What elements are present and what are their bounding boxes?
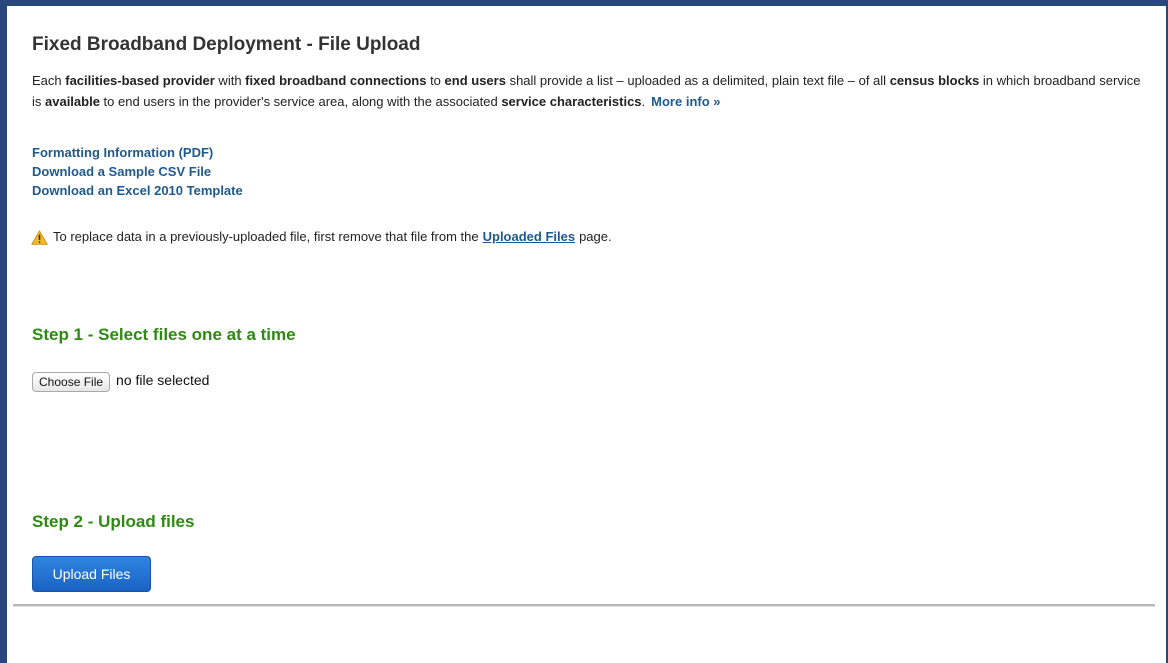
intro-paragraph: Each facilities-based provider with fixe… [32, 73, 1141, 109]
resource-links: Formatting Information (PDF) Download a … [32, 143, 1142, 200]
step2-heading: Step 2 - Upload files [32, 512, 195, 531]
file-select-row: Choose File no file selected [32, 372, 209, 392]
step1-heading: Step 1 - Select files one at a time [32, 325, 296, 344]
main-content: Fixed Broadband Deployment - File Upload… [31, 34, 1142, 592]
notice-text-before: To replace data in a previously-uploaded… [53, 229, 479, 244]
window-frame-left [0, 0, 7, 663]
page-title: Fixed Broadband Deployment - File Upload [32, 34, 421, 55]
replace-data-notice: To replace data in a previously-uploaded… [31, 228, 1142, 246]
choose-file-button[interactable]: Choose File [32, 372, 111, 392]
uploaded-files-link[interactable]: Uploaded Files [483, 228, 575, 246]
formatting-info-pdf-link[interactable]: Formatting Information (PDF) [32, 143, 1142, 162]
upload-files-button[interactable]: Upload Files [32, 556, 151, 592]
file-status-text: no file selected [116, 372, 210, 388]
notice-text-after: page. [579, 229, 612, 244]
warning-icon [31, 229, 48, 245]
window-frame-top [0, 0, 1168, 6]
divider [13, 604, 1155, 607]
sample-csv-link[interactable]: Download a Sample CSV File [32, 162, 1142, 181]
excel-template-link[interactable]: Download an Excel 2010 Template [32, 181, 1142, 200]
more-info-link[interactable]: More info » [651, 94, 720, 109]
